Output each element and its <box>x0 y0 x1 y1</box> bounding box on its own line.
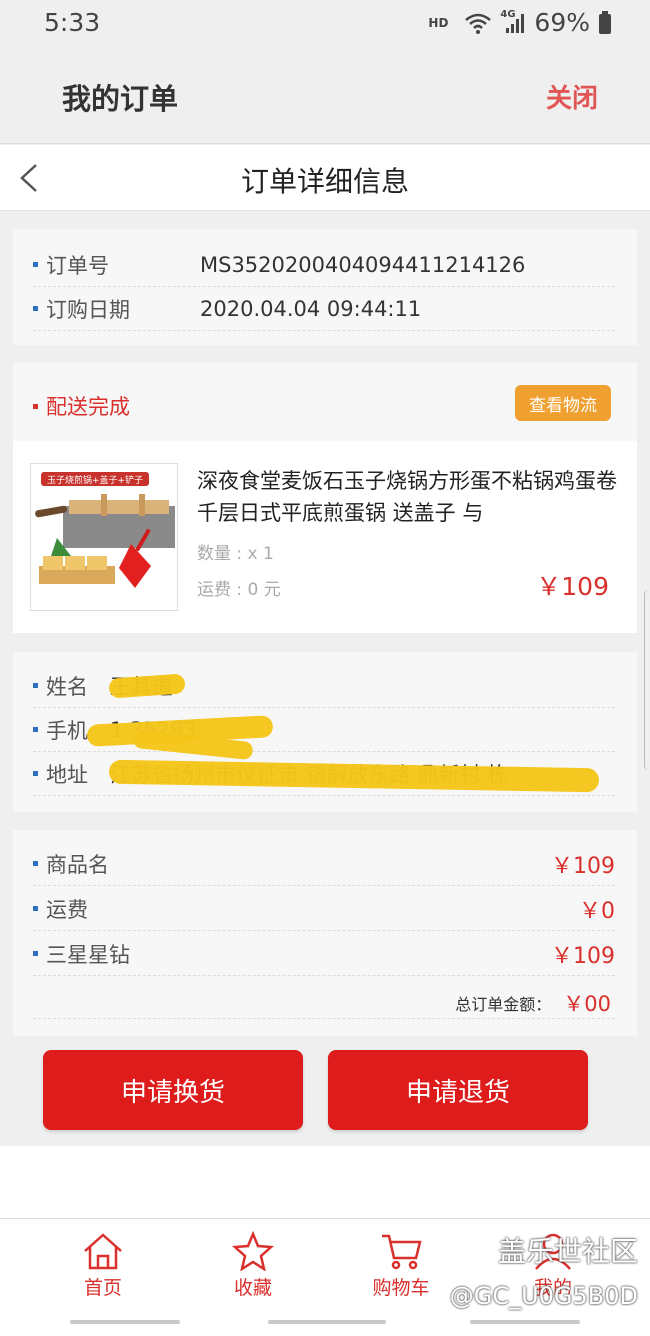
page-title: 我的订单 <box>62 82 179 116</box>
blank-area <box>0 1146 650 1218</box>
action-bar: 申请换货 申请退货 <box>0 1036 650 1146</box>
bullet <box>33 771 38 776</box>
order-number-row: 订单号 MS3520200404094411214126 <box>33 243 615 287</box>
summary-card: 商品名 ￥109 运费 ￥0 三星星钻 ￥109 总订单金额： ￥00 <box>13 830 637 1036</box>
summary-amount: ￥109 <box>551 943 615 969</box>
summary-label: 运费 <box>46 897 88 922</box>
order-number-value: MS3520200404094411214126 <box>200 252 526 277</box>
status-icons: HD 4G 69% <box>428 8 612 37</box>
delivery-card: 配送完成 查看物流 玉子烧煎锅+盖子+铲子 深夜食堂麦饭石玉子烧锅方形蛋不粘锅鸡… <box>13 363 637 633</box>
product-price: ￥109 <box>536 572 609 601</box>
bullet <box>33 306 38 311</box>
order-total: 总订单金额： ￥00 <box>455 988 611 1018</box>
wifi-icon <box>465 13 492 34</box>
product-item[interactable]: 玉子烧煎锅+盖子+铲子 深夜食堂麦饭石玉子烧锅方形蛋不粘锅鸡蛋卷千层日式平底煎蛋… <box>13 441 637 633</box>
summary-label: 商品名 <box>46 852 109 877</box>
tab-cart-label: 购物车 <box>372 1277 430 1299</box>
summary-label: 三星星钻 <box>46 942 130 967</box>
subheader: 订单详细信息 <box>0 145 650 211</box>
order-date-label: 订购日期 <box>46 297 130 322</box>
product-image[interactable]: 玉子烧煎锅+盖子+铲子 <box>30 463 178 611</box>
recipient-name-label: 姓名 <box>46 674 88 699</box>
summary-amount: ￥109 <box>551 853 615 879</box>
system-nav-back[interactable] <box>470 1320 580 1324</box>
product-quantity: 数量 : x 1 <box>197 544 274 564</box>
product-shipping: 运费 : 0 元 <box>197 580 281 600</box>
bullet <box>33 403 38 409</box>
tab-favorites-label: 收藏 <box>233 1277 272 1299</box>
order-date-value: 2020.04.04 09:44:11 <box>200 296 422 321</box>
hd-indicator: HD <box>428 15 449 30</box>
order-detail-title: 订单详细信息 <box>240 165 409 198</box>
system-nav-home[interactable] <box>268 1320 386 1324</box>
app-header: 我的订单 关闭 <box>0 46 650 144</box>
summary-row: 三星星钻 ￥109 <box>33 932 615 976</box>
tab-favorites[interactable]: 收藏 <box>198 1231 308 1300</box>
watermark-title: 盖乐世社区 <box>497 1235 638 1268</box>
home-icon <box>84 1233 122 1270</box>
cart-icon <box>382 1234 422 1270</box>
battery-percent: 69% <box>534 8 590 37</box>
divider <box>33 1018 615 1019</box>
summary-row: 商品名 ￥109 <box>33 842 615 886</box>
bullet <box>33 683 38 688</box>
request-return-button[interactable]: 申请退货 <box>328 1050 588 1130</box>
order-total-label: 总订单金额： <box>455 995 552 1014</box>
bullet <box>33 727 38 732</box>
scroll-indicator[interactable] <box>644 590 650 770</box>
order-date-row: 订购日期 2020.04.04 09:44:11 <box>33 287 615 331</box>
tab-cart[interactable]: 购物车 <box>346 1231 456 1300</box>
network-indicator: 4G <box>500 9 526 34</box>
watermark-handle: @GC_U0G5B0D <box>449 1282 638 1310</box>
bullet <box>33 951 38 956</box>
delivery-status: 配送完成 <box>33 391 130 421</box>
status-bar: 5:33 HD 4G 69% <box>0 0 650 46</box>
close-button[interactable]: 关闭 <box>546 78 598 115</box>
bullet <box>33 262 38 267</box>
system-nav-recent[interactable] <box>70 1320 180 1324</box>
tab-home-label: 首页 <box>83 1277 122 1299</box>
recipient-card: 姓名 王其道 手机 1 35293 地址 江苏省扬州市仪征市 镇解放东路 鼎新村… <box>13 652 637 812</box>
request-exchange-button[interactable]: 申请换货 <box>43 1050 303 1130</box>
order-total-amount: ￥00 <box>563 992 611 1016</box>
delivery-status-text: 配送完成 <box>46 395 130 419</box>
product-image-caption: 玉子烧煎锅+盖子+铲子 <box>47 474 143 486</box>
order-info-card: 订单号 MS3520200404094411214126 订购日期 2020.0… <box>13 229 637 345</box>
summary-row: 运费 ￥0 <box>33 887 615 931</box>
recipient-address-label: 地址 <box>46 762 88 787</box>
community-watermark: 盖乐世社区 @GC_U0G5B0D <box>450 1230 638 1310</box>
summary-amount: ￥0 <box>579 898 615 924</box>
star-icon <box>231 1231 275 1271</box>
bullet <box>33 861 38 866</box>
battery-icon <box>599 10 611 34</box>
bullet <box>33 906 38 911</box>
tab-home[interactable]: 首页 <box>48 1231 158 1300</box>
order-number-label: 订单号 <box>46 253 109 278</box>
status-time: 5:33 <box>44 8 101 37</box>
signal-icon <box>506 13 525 33</box>
view-logistics-button[interactable]: 查看物流 <box>515 385 611 421</box>
product-name[interactable]: 深夜食堂麦饭石玉子烧锅方形蛋不粘锅鸡蛋卷千层日式平底煎蛋锅 送盖子 与 <box>197 465 617 529</box>
